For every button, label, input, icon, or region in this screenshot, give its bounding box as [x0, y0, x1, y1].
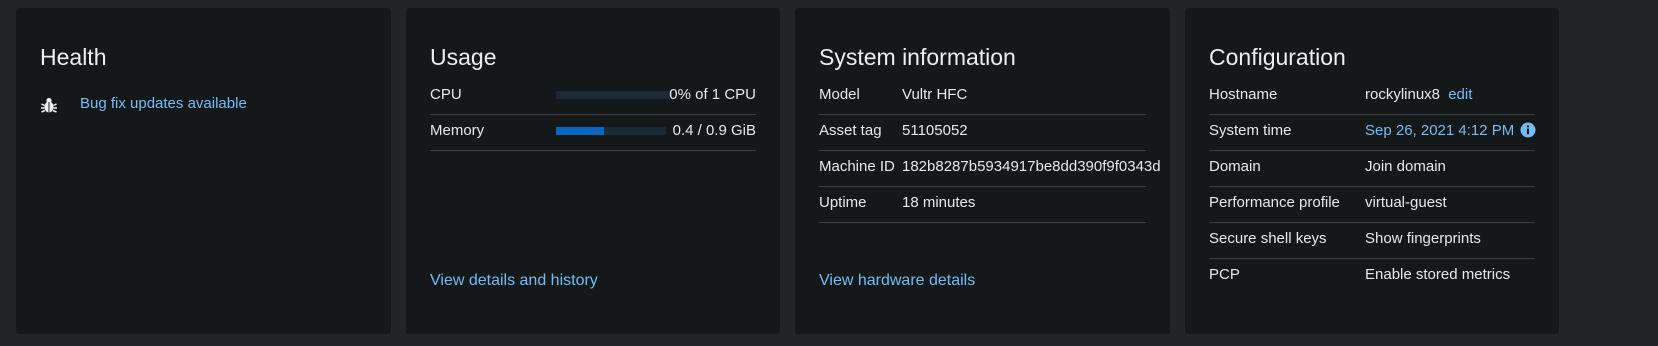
machine-id-label: Machine ID: [819, 158, 895, 175]
machine-id-value: 182b8287b5934917be8dd390f9f0343d: [902, 158, 1161, 175]
usage-card-title: Usage: [430, 44, 497, 70]
sysinfo-row-model: Model Vultr HFC: [819, 76, 1146, 115]
system-time-value: Sep 26, 2021 4:12 PM: [1365, 112, 1536, 150]
memory-value: 0.4 / 0.9 GiB: [672, 122, 756, 139]
system-information-title: System information: [819, 44, 1016, 70]
health-card-title: Health: [40, 44, 107, 70]
config-row-hostname: Hostname rockylinux8 edit: [1209, 76, 1535, 115]
join-domain-link[interactable]: Join domain: [1365, 148, 1446, 186]
system-information-card: System information Model Vultr HFC Asset…: [795, 8, 1170, 334]
system-time-label: System time: [1209, 122, 1292, 139]
usage-row-cpu: CPU 0% of 1 CPU: [430, 76, 756, 115]
model-label: Model: [819, 86, 860, 103]
config-row-ssh-keys: Secure shell keys Show fingerprints: [1209, 220, 1535, 259]
configuration-title: Configuration: [1209, 44, 1346, 70]
sysinfo-row-machine-id: Machine ID 182b8287b5934917be8dd390f9f03…: [819, 148, 1161, 187]
bug-fix-updates-link[interactable]: Bug fix updates available: [80, 95, 247, 112]
cpu-usage-bar: [556, 91, 672, 99]
cpu-value: 0% of 1 CPU: [669, 86, 756, 103]
performance-profile-link[interactable]: virtual-guest: [1365, 184, 1447, 222]
system-time-link[interactable]: Sep 26, 2021 4:12 PM: [1365, 122, 1514, 139]
cpu-label: CPU: [430, 86, 462, 103]
performance-profile-label: Performance profile: [1209, 194, 1340, 211]
domain-label: Domain: [1209, 158, 1261, 175]
sysinfo-row-asset-tag: Asset tag 51105052: [819, 112, 1146, 151]
memory-usage-bar-fill: [556, 127, 605, 135]
sysinfo-row-uptime: Uptime 18 minutes: [819, 184, 1146, 223]
uptime-label: Uptime: [819, 194, 867, 211]
usage-row-memory: Memory 0.4 / 0.9 GiB: [430, 112, 756, 151]
configuration-card: Configuration Hostname rockylinux8 edit …: [1185, 8, 1559, 334]
bug-icon: [41, 97, 57, 113]
uptime-value: 18 minutes: [902, 194, 976, 211]
asset-tag-value: 51105052: [902, 122, 968, 139]
health-card: Health Bug fix updates available: [16, 8, 391, 334]
ssh-keys-label: Secure shell keys: [1209, 230, 1327, 247]
info-icon[interactable]: [1520, 122, 1536, 138]
hostname-value: rockylinux8 edit: [1365, 76, 1472, 114]
hostname-label: Hostname: [1209, 86, 1278, 103]
config-row-pcp: PCP Enable stored metrics: [1209, 256, 1535, 294]
config-row-performance-profile: Performance profile virtual-guest: [1209, 184, 1535, 223]
show-fingerprints-link[interactable]: Show fingerprints: [1365, 220, 1481, 258]
model-value: Vultr HFC: [902, 86, 968, 103]
memory-label: Memory: [430, 122, 485, 139]
usage-card: Usage CPU 0% of 1 CPU Memory 0.4 / 0.9 G…: [406, 8, 780, 334]
config-row-domain: Domain Join domain: [1209, 148, 1535, 187]
hostname-text: rockylinux8: [1365, 86, 1441, 103]
edit-hostname-link[interactable]: edit: [1448, 86, 1472, 103]
view-details-history-link[interactable]: View details and history: [430, 272, 598, 290]
enable-stored-metrics-link[interactable]: Enable stored metrics: [1365, 256, 1510, 294]
view-hardware-details-link[interactable]: View hardware details: [819, 272, 975, 290]
config-row-system-time: System time Sep 26, 2021 4:12 PM: [1209, 112, 1536, 151]
pcp-label: PCP: [1209, 266, 1240, 283]
asset-tag-label: Asset tag: [819, 122, 882, 139]
memory-usage-bar: [556, 127, 666, 135]
